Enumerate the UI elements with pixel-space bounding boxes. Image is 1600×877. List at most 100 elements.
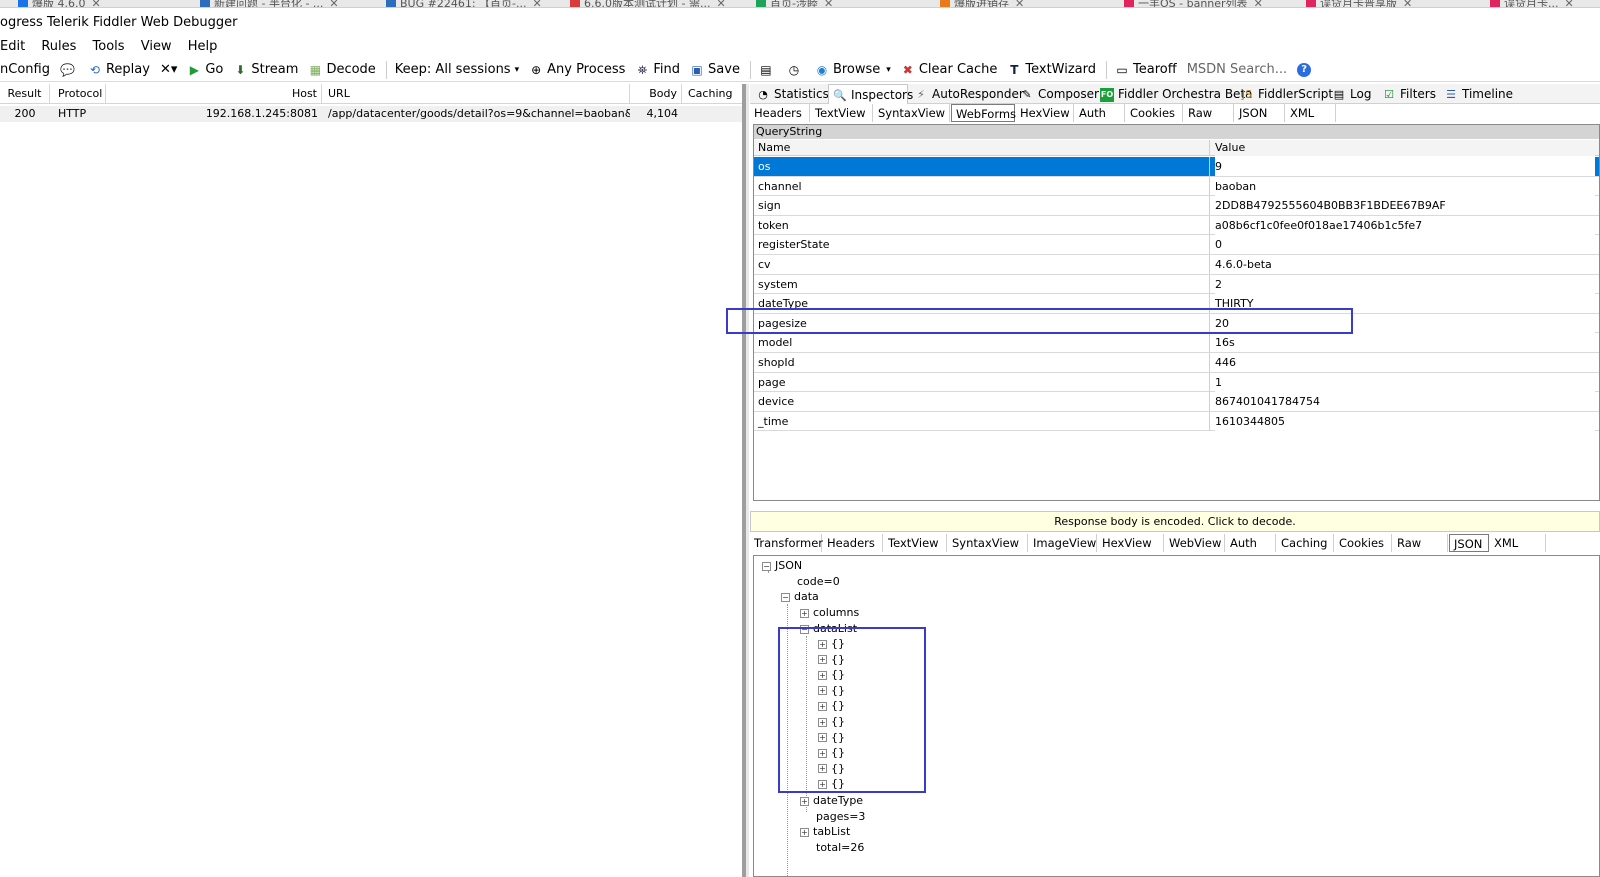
param-value[interactable]: 2DD8B4792555604B0BB3F1BDEE67B9AF xyxy=(1215,196,1595,216)
resp-tab-webview[interactable]: WebView xyxy=(1165,534,1225,552)
msdn-search-input[interactable]: MSDN Search... xyxy=(1187,59,1287,81)
resp-tab-textview[interactable]: TextView xyxy=(884,534,947,552)
querystring-row[interactable]: channel baoban xyxy=(754,176,1599,197)
tab-fiddlerscript[interactable]: JS FiddlerScript xyxy=(1236,84,1333,104)
replay-button[interactable]: ⟲ Replay xyxy=(88,59,150,81)
close-tab-icon[interactable]: ✕ xyxy=(824,0,833,7)
tab-timeline[interactable]: ☰ Timeline xyxy=(1440,84,1516,104)
browser-tab[interactable]: BUG #22461: 【首页-... ✕ xyxy=(386,0,542,7)
querystring-row[interactable]: cv 4.6.0-beta xyxy=(754,255,1599,275)
tab-log[interactable]: ▤ Log xyxy=(1328,84,1376,104)
browser-tab[interactable]: 一羊OS - banner列表 ✕ xyxy=(1124,0,1263,7)
collapse-icon[interactable]: − xyxy=(781,592,790,602)
json-node-code[interactable]: code=0 xyxy=(797,574,840,589)
json-node-data[interactable]: − data xyxy=(781,589,819,604)
comment-button[interactable]: 💬 xyxy=(60,59,78,81)
json-node-total[interactable]: total=26 xyxy=(816,840,864,855)
menu-edit[interactable]: Edit xyxy=(0,39,25,54)
tab-statistics[interactable]: ◔ Statistics xyxy=(752,84,829,104)
json-node-pages[interactable]: pages=3 xyxy=(816,809,865,824)
querystring-row[interactable]: device 867401041784754 xyxy=(754,392,1599,412)
resp-tab-cookies[interactable]: Cookies xyxy=(1335,534,1392,552)
browser-tab[interactable]: 爆版进销存 ✕ xyxy=(940,0,1024,7)
menu-view[interactable]: View xyxy=(141,39,172,54)
param-value[interactable]: 0 xyxy=(1215,235,1595,255)
browser-tab[interactable]: 6.6.0版本测试计划 - 需... ✕ xyxy=(570,0,726,7)
param-value[interactable]: baoban xyxy=(1215,176,1595,196)
param-value[interactable]: 4.6.0-beta xyxy=(1215,255,1595,274)
req-tab-textview[interactable]: TextView xyxy=(811,104,873,122)
timer-button[interactable]: ◷ xyxy=(787,59,805,81)
save-button[interactable]: ▣ Save xyxy=(690,59,740,81)
querystring-row[interactable]: os 9 xyxy=(754,157,1599,177)
session-row[interactable]: 200 HTTP 192.168.1.245:8081 /app/datacen… xyxy=(0,106,742,122)
resp-tab-imageview[interactable]: ImageView xyxy=(1029,534,1097,552)
menu-rules[interactable]: Rules xyxy=(41,39,76,54)
stream-button[interactable]: ⬇ Stream xyxy=(233,59,298,81)
querystring-row[interactable]: system 2 xyxy=(754,274,1599,295)
querystring-row[interactable]: _time 1610344805 xyxy=(754,411,1599,432)
param-value[interactable]: 2 xyxy=(1215,274,1595,294)
resp-tab-syntaxview[interactable]: SyntaxView xyxy=(948,534,1028,552)
col-body[interactable]: Body xyxy=(632,84,682,104)
querystring-row[interactable]: shopId 446 xyxy=(754,353,1599,373)
response-decode-notice[interactable]: Response body is encoded. Click to decod… xyxy=(750,511,1600,532)
close-tab-icon[interactable]: ✕ xyxy=(92,0,101,7)
menu-tools[interactable]: Tools xyxy=(93,39,125,54)
find-button[interactable]: ⛯ Find xyxy=(635,59,680,81)
go-button[interactable]: ▶ Go xyxy=(187,59,224,81)
tab-fiddler-orchestra[interactable]: FO Fiddler Orchestra Beta xyxy=(1096,84,1253,104)
remove-button[interactable]: ✕▾ xyxy=(160,59,177,81)
winconfig-button[interactable]: nConfig xyxy=(0,59,50,81)
browser-tab[interactable]: 首页-涉睦 ✕ xyxy=(756,0,833,7)
col-value[interactable]: Value xyxy=(1215,140,1595,156)
close-tab-icon[interactable]: ✕ xyxy=(1015,0,1024,7)
param-value[interactable]: a08b6cf1c0fee0f018ae17406b1c5fe7 xyxy=(1215,215,1595,235)
json-node-tablist[interactable]: + tabList xyxy=(800,824,850,839)
req-tab-cookies[interactable]: Cookies xyxy=(1126,104,1183,122)
resp-tab-caching[interactable]: Caching xyxy=(1277,534,1334,552)
querystring-row[interactable]: page 1 xyxy=(754,372,1599,393)
resp-tab-xml[interactable]: XML xyxy=(1490,534,1546,552)
col-name[interactable]: Name xyxy=(758,140,1210,156)
tab-inspectors[interactable]: 🔍 Inspectors xyxy=(828,84,913,104)
col-url[interactable]: URL xyxy=(324,84,630,104)
req-tab-webforms[interactable]: WebForms xyxy=(951,104,1016,122)
close-tab-icon[interactable]: ✕ xyxy=(533,0,542,7)
col-protocol[interactable]: Protocol xyxy=(52,84,106,104)
browse-button[interactable]: ◉ Browse ▾ xyxy=(815,59,891,81)
decode-button[interactable]: ▦ Decode xyxy=(308,59,376,81)
querystring-row[interactable]: token a08b6cf1c0fee0f018ae17406b1c5fe7 xyxy=(754,215,1599,236)
collapse-icon[interactable]: − xyxy=(762,561,771,571)
close-tab-icon[interactable]: ✕ xyxy=(1254,0,1263,7)
close-tab-icon[interactable]: ✕ xyxy=(1403,0,1412,7)
querystring-row[interactable]: model 16s xyxy=(754,333,1599,353)
req-tab-headers[interactable]: Headers xyxy=(750,104,810,122)
expand-icon[interactable]: + xyxy=(800,827,809,837)
expand-icon[interactable]: + xyxy=(800,796,809,806)
close-tab-icon[interactable]: ✕ xyxy=(716,0,725,7)
browser-tab[interactable]: 误贷月卡普享版 ✕ xyxy=(1306,0,1412,7)
param-value[interactable]: 16s xyxy=(1215,333,1595,353)
textwizard-button[interactable]: T TextWizard xyxy=(1007,59,1096,81)
tab-composer[interactable]: ✎ Composer xyxy=(1016,84,1099,104)
resp-tab-hexview[interactable]: HexView xyxy=(1098,534,1164,552)
param-value[interactable]: 1610344805 xyxy=(1215,411,1595,431)
tab-filters[interactable]: ☑ Filters xyxy=(1378,84,1438,104)
tearoff-button[interactable]: ▭ Tearoff xyxy=(1115,59,1176,81)
req-tab-xml[interactable]: XML xyxy=(1286,104,1336,122)
querystring-row[interactable]: sign 2DD8B4792555604B0BB3F1BDEE67B9AF xyxy=(754,196,1599,216)
any-process-button[interactable]: ⊕ Any Process xyxy=(529,59,625,81)
close-tab-icon[interactable]: ✕ xyxy=(1565,0,1574,7)
req-tab-auth[interactable]: Auth xyxy=(1075,104,1125,122)
json-node-root[interactable]: − JSON xyxy=(762,558,802,573)
resp-tab-headers[interactable]: Headers xyxy=(823,534,883,552)
param-value[interactable]: 867401041784754 xyxy=(1215,392,1595,412)
resp-tab-auth[interactable]: Auth xyxy=(1226,534,1276,552)
req-tab-raw[interactable]: Raw xyxy=(1184,104,1234,122)
browser-tab[interactable]: 爆版 4.6.0 ✕ xyxy=(18,0,101,7)
col-result[interactable]: Result xyxy=(0,84,50,104)
resp-tab-transformer[interactable]: Transformer xyxy=(750,534,823,552)
col-host[interactable]: Host xyxy=(108,84,322,104)
param-value[interactable]: 446 xyxy=(1215,353,1595,372)
